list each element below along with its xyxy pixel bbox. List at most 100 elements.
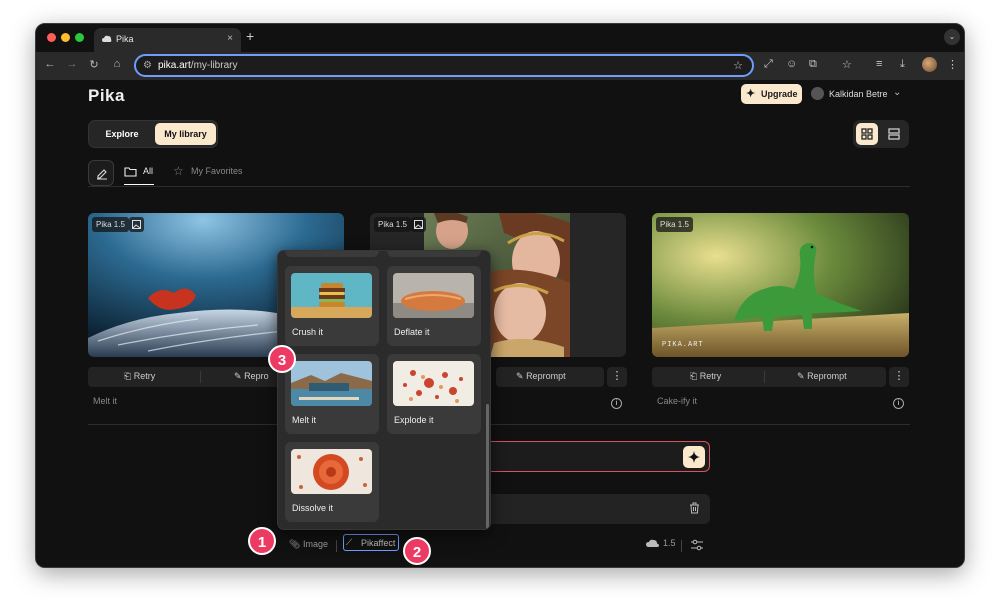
menu-scrollbar[interactable] <box>486 404 489 529</box>
video-card-dinosaur[interactable]: Pika 1.5 PIKA.ART <box>652 213 909 357</box>
menu-option-partial[interactable] <box>285 251 379 257</box>
reading-list-icon[interactable]: ≡ <box>876 58 882 70</box>
edit-button[interactable] <box>88 160 114 186</box>
divider <box>681 540 682 552</box>
profile-avatar[interactable] <box>922 57 937 72</box>
back-icon[interactable]: ← <box>43 58 57 70</box>
model-badge: Pika 1.5 <box>374 217 411 232</box>
tab-my-library[interactable]: My library <box>155 123 216 145</box>
cloud-icon <box>646 539 659 547</box>
pika-logo[interactable]: Pika <box>88 86 125 106</box>
reprompt-label: Reprompt <box>526 371 566 381</box>
model-badge: Pika 1.5 <box>92 217 129 232</box>
reprompt-button[interactable]: ✎ Repro <box>234 371 269 382</box>
dissolve-thumbnail <box>291 449 372 494</box>
user-avatar <box>811 87 824 100</box>
edit-icon: ✎ <box>234 371 242 381</box>
tab-title: Pika <box>116 34 134 44</box>
browser-tab-pika[interactable]: Pika × <box>94 28 241 52</box>
maximize-window-dot[interactable] <box>75 33 84 42</box>
model-badge: Pika 1.5 <box>656 217 693 232</box>
pikaffect-option-crush[interactable]: Crush it <box>285 266 379 346</box>
magic-wand-icon: ⟋ <box>346 537 353 547</box>
menu-kebab-icon[interactable]: ⋮ <box>947 58 958 71</box>
generate-button[interactable] <box>683 446 705 468</box>
pikaffect-button[interactable]: ⟋ Pikaffect <box>343 534 399 551</box>
sparkle-icon: ✦ <box>746 88 756 100</box>
paperclip-icon: 📎︎ <box>289 539 301 549</box>
extensions-puzzle-icon[interactable]: ⧉ <box>809 58 817 71</box>
trash-icon[interactable] <box>689 502 700 514</box>
info-icon[interactable]: i <box>611 398 622 409</box>
pikaffect-menu: Crush it Deflate it Melt it Explode it D… <box>277 250 491 530</box>
reprompt-label: Repro <box>244 371 269 381</box>
site-settings-icon[interactable]: ⚙ <box>143 60 152 71</box>
more-options-icon[interactable]: ⋮ <box>889 367 909 387</box>
url-domain: pika.art <box>158 60 191 71</box>
crush-thumbnail <box>291 273 372 318</box>
browser-toolbar: ← → ↻ ⌂ ⚙ pika.art/my-library ☆ ⤢ ☺ ⧉ ☆ … <box>36 52 964 80</box>
bookmark-star-icon[interactable]: ☆ <box>733 59 743 72</box>
tab-search-icon[interactable]: ⌄ <box>944 29 960 45</box>
reprompt-button[interactable]: ✎ Reprompt <box>516 371 566 382</box>
menu-option-partial[interactable] <box>387 251 481 257</box>
option-label: Melt it <box>292 415 317 425</box>
cloud-icon <box>102 35 112 42</box>
callout-2: 2 <box>403 537 431 565</box>
pikaffect-option-melt[interactable]: Melt it <box>285 354 379 434</box>
info-icon[interactable]: i <box>893 398 904 409</box>
filter-favorites-label: My Favorites <box>191 166 243 176</box>
callout-1: 1 <box>248 527 276 555</box>
retry-label: Retry <box>699 371 722 381</box>
url-path: /my-library <box>190 60 238 71</box>
divider <box>88 186 910 187</box>
more-options-icon[interactable]: ⋮ <box>607 367 627 387</box>
home-icon[interactable]: ⌂ <box>110 58 124 70</box>
pikaffect-option-deflate[interactable]: Deflate it <box>387 266 481 346</box>
url-text: pika.art/my-library <box>158 60 237 71</box>
divider <box>200 371 201 383</box>
reprompt-label: Reprompt <box>807 371 847 381</box>
list-icon <box>888 128 900 140</box>
reload-icon[interactable]: ↻ <box>87 58 101 71</box>
new-tab-button[interactable]: + <box>246 28 254 44</box>
option-label: Dissolve it <box>292 503 334 513</box>
tab-close-icon[interactable]: × <box>227 33 233 44</box>
prompt-toolbar: 📎︎ Image ⟋ Pikaffect 1.5 <box>36 532 964 562</box>
image-upload-button[interactable]: 📎︎ Image <box>289 539 328 550</box>
reprompt-button[interactable]: ✎ Reprompt <box>797 371 847 382</box>
tab-explore[interactable]: Explore <box>91 123 153 145</box>
forward-icon[interactable]: → <box>65 58 79 70</box>
pikaffect-option-dissolve[interactable]: Dissolve it <box>285 442 379 522</box>
view-switcher <box>853 120 909 148</box>
upgrade-button[interactable]: ✦ Upgrade <box>741 84 802 104</box>
divider <box>764 371 765 383</box>
list-view-button[interactable] <box>883 123 905 145</box>
settings-sliders-icon[interactable] <box>691 539 703 551</box>
close-window-dot[interactable] <box>47 33 56 42</box>
chevron-down-icon: ⌄ <box>893 87 902 98</box>
extension-avatar-icon[interactable]: ☺ <box>786 58 797 70</box>
minimize-window-dot[interactable] <box>61 33 70 42</box>
user-name: Kalkidan Betre <box>829 89 888 99</box>
option-label: Deflate it <box>394 327 430 337</box>
tab-strip: Pika × + ⌄ <box>36 24 964 52</box>
pika-watermark: PIKA.ART <box>662 341 704 349</box>
download-icon[interactable]: ⤓ <box>900 58 905 71</box>
callout-3: 3 <box>268 345 296 373</box>
filter-all-label: All <box>143 166 154 176</box>
address-bar[interactable]: ⚙ pika.art/my-library ☆ <box>134 54 754 77</box>
retry-label: Retry <box>133 371 156 381</box>
edit-icon: ✎ <box>797 371 805 381</box>
grid-view-button[interactable] <box>856 123 878 145</box>
model-version: 1.5 <box>663 538 676 548</box>
expand-icon[interactable]: ⤢ <box>764 58 773 71</box>
card-actions-3: ⎗ Retry ✎ Reprompt <box>652 367 886 387</box>
pikaffect-option-explode[interactable]: Explode it <box>387 354 481 434</box>
card-caption: Cake-ify it <box>657 396 698 406</box>
retry-button[interactable]: ⎗ Retry <box>124 371 155 382</box>
bookmarks-icon[interactable]: ☆ <box>842 58 852 71</box>
grid-icon <box>861 128 873 140</box>
active-filter-underline <box>124 184 154 185</box>
retry-button[interactable]: ⎗ Retry <box>690 371 721 382</box>
